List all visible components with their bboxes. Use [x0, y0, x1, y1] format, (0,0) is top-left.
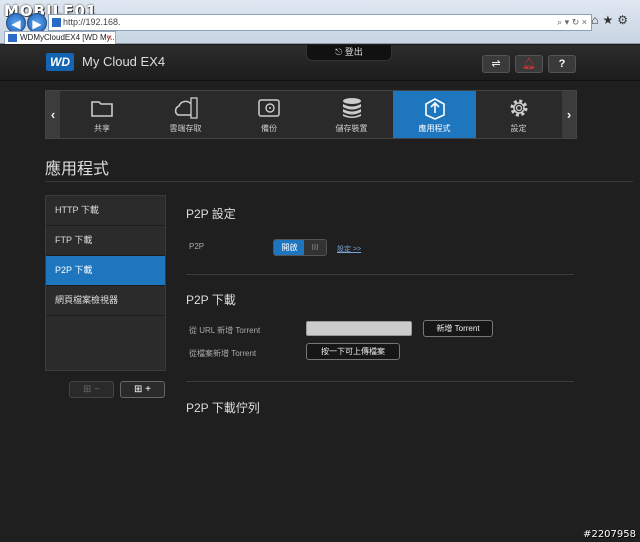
- database-icon: [342, 98, 361, 118]
- app-list-item-ftp[interactable]: FTP 下載: [46, 226, 165, 256]
- apps-box-icon: [424, 98, 445, 120]
- page-title: 應用程式: [45, 161, 110, 178]
- app-box-icon: ⊞: [82, 384, 92, 395]
- nav-item-cloud-access[interactable]: 雲端存取: [143, 91, 228, 138]
- file-torrent-label: 從檔案新增 Torrent: [189, 349, 257, 358]
- nav-item-label: 備份: [261, 124, 277, 133]
- torrent-url-input[interactable]: [306, 321, 412, 336]
- tab-close-icon[interactable]: ×: [107, 32, 112, 44]
- nav-item-label: 共享: [94, 124, 110, 133]
- p2p-queue-title: P2P 下載佇列: [186, 401, 260, 415]
- wd-logo: WD: [46, 53, 74, 71]
- p2p-settings-title: P2P 設定: [186, 207, 236, 221]
- cloud-phone-icon: [174, 97, 198, 119]
- nav-item-share[interactable]: 共享: [61, 91, 143, 138]
- tab-favicon-icon: [8, 34, 17, 42]
- browser-chrome: MOBILE01 ◀ ▶ http://192.168. ⌕ ▾ ↻ × ⌂★⚙…: [0, 0, 640, 44]
- nav-item-settings[interactable]: 設定: [476, 91, 561, 138]
- upload-file-button[interactable]: 按一下可上傳檔案: [306, 343, 400, 360]
- safe-icon: [258, 99, 280, 117]
- usb-button[interactable]: ⇌: [482, 55, 510, 73]
- nav-item-label: 儲存裝置: [335, 124, 368, 133]
- app-box-icon: ⊞: [133, 384, 143, 395]
- tab-title: WDMyCloudEX4 [WD My...: [20, 33, 116, 42]
- folder-icon: [91, 101, 113, 117]
- bell-alert-icon: 🔔︎: [522, 58, 536, 70]
- app-list-item-http[interactable]: HTTP 下載: [46, 196, 165, 226]
- remove-app-button[interactable]: ⊞ −: [69, 381, 114, 398]
- logout-icon: ⎋: [335, 47, 345, 57]
- browser-toolbar-icons[interactable]: ⌂★⚙: [591, 13, 632, 27]
- p2p-label: P2P: [189, 242, 205, 251]
- gear-icon: [510, 99, 527, 117]
- help-icon: ?: [558, 58, 566, 70]
- app-header: WD My Cloud EX4 ⎋ 登出 ⇌ 🔔︎ ?: [0, 45, 640, 81]
- p2p-toggle[interactable]: 開啟 III: [273, 239, 327, 256]
- remove-app-label: −: [94, 384, 100, 395]
- add-app-button[interactable]: ⊞ +: [120, 381, 165, 398]
- app-list-item-web-file-viewer[interactable]: 網頁檔案檢視器: [46, 286, 165, 316]
- url-torrent-label: 從 URL 新增 Torrent: [189, 326, 261, 335]
- nav-item-label: 雲端存取: [169, 124, 202, 133]
- alerts-button[interactable]: 🔔︎: [515, 55, 543, 73]
- p2p-settings-link[interactable]: 設定 >>: [337, 244, 361, 254]
- help-button[interactable]: ?: [548, 55, 576, 73]
- product-name: My Cloud EX4: [82, 54, 166, 69]
- nav-item-storage[interactable]: 儲存裝置: [310, 91, 393, 138]
- logout-button[interactable]: ⎋ 登出: [306, 45, 392, 61]
- add-app-label: +: [145, 384, 151, 395]
- nav-item-label: 設定: [510, 124, 527, 133]
- title-divider: [45, 181, 633, 182]
- main-nav: ‹ 共享 雲端存取 備份 儲存裝置 應用程式 設定 ›: [45, 90, 577, 139]
- nav-item-backup[interactable]: 備份: [228, 91, 310, 138]
- app-list-item-p2p[interactable]: P2P 下載: [46, 256, 165, 286]
- p2p-toggle-on: 開啟: [274, 240, 305, 255]
- site-favicon-icon: [52, 18, 61, 27]
- section-divider: [186, 381, 574, 382]
- logout-label: 登出: [344, 47, 363, 57]
- address-tools[interactable]: ⌕ ▾ ↻ ×: [557, 15, 587, 30]
- image-watermark: #2207958: [583, 529, 636, 540]
- nav-prev-arrow[interactable]: ‹: [46, 91, 60, 138]
- nav-next-arrow[interactable]: ›: [562, 91, 576, 138]
- nav-item-apps[interactable]: 應用程式: [393, 91, 476, 138]
- app-container: WD My Cloud EX4 ⎋ 登出 ⇌ 🔔︎ ? ‹ 共享 雲端存取 備份: [0, 45, 640, 542]
- forward-button[interactable]: ▶: [27, 13, 47, 33]
- address-bar[interactable]: http://192.168. ⌕ ▾ ↻ ×: [48, 14, 592, 31]
- app-list: HTTP 下載 FTP 下載 P2P 下載 網頁檔案檢視器: [45, 195, 166, 371]
- back-button[interactable]: ◀: [6, 13, 26, 33]
- p2p-toggle-knob: III: [304, 240, 326, 255]
- add-torrent-button[interactable]: 新增 Torrent: [423, 320, 493, 337]
- usb-icon: ⇌: [491, 58, 501, 70]
- section-divider: [186, 274, 574, 275]
- address-text: http://192.168.: [63, 17, 121, 27]
- nav-item-label: 應用程式: [418, 124, 451, 133]
- p2p-download-title: P2P 下載: [186, 293, 236, 307]
- browser-tab[interactable]: WDMyCloudEX4 [WD My... ×: [4, 31, 116, 44]
